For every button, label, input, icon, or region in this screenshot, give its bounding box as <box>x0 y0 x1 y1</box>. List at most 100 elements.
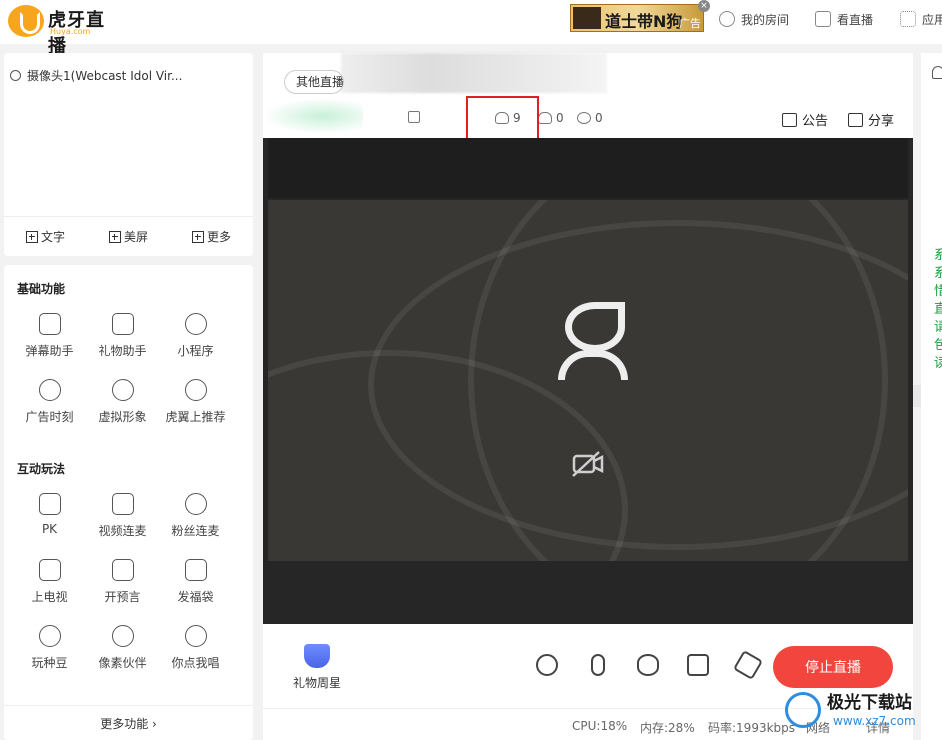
danmu-icon <box>38 313 61 335</box>
prediction-label: 开预言 <box>104 590 141 604</box>
camera-off-icon <box>572 451 604 477</box>
avatar-icon <box>111 379 134 401</box>
video-link-button[interactable]: 视频连麦 <box>86 483 159 549</box>
play-icon <box>815 11 831 27</box>
share-label: 分享 <box>868 114 895 129</box>
virtual-avatar-label: 虚拟形象 <box>98 410 147 424</box>
ad-moment-button[interactable]: 广告时刻 <box>13 369 86 435</box>
ad-banner[interactable]: 道士带N狗 广告 <box>570 4 704 32</box>
my-room-label: 我的房间 <box>741 12 790 27</box>
song-request-label: 你点我唱 <box>171 656 220 670</box>
video-link-icon <box>111 493 134 515</box>
my-room-button[interactable]: 我的房间 <box>719 10 789 28</box>
ad-close-icon[interactable]: × <box>698 0 710 12</box>
tv-button[interactable]: 上电视 <box>13 549 86 615</box>
tv-label: 上电视 <box>31 590 68 604</box>
lucky-bag-button[interactable]: 发福袋 <box>159 549 232 615</box>
danmu-assistant-label: 弹幕助手 <box>25 344 74 358</box>
pk-label: PK <box>41 522 58 536</box>
announce-button[interactable]: 公告 <box>782 110 828 129</box>
mini-program-icon <box>184 313 207 335</box>
plus-icon <box>191 230 204 243</box>
stop-live-button[interactable]: 停止直播 <box>773 646 893 688</box>
add-beauty-label: 美屏 <box>123 230 148 244</box>
more-features-button[interactable]: 更多功能 › <box>4 705 253 740</box>
fan-link-label: 粉丝连麦 <box>171 524 220 538</box>
watermark-logo-icon <box>785 692 821 728</box>
brand-sub: Huya.com <box>50 27 91 36</box>
basic-features-title: 基础功能 <box>17 282 66 296</box>
share-count-icon <box>577 112 591 124</box>
trophy-icon <box>111 559 134 581</box>
right-panel-text: 系 系 惜 直 请 包 读 <box>934 248 942 371</box>
like-icon <box>538 112 552 124</box>
memory-usage: 内存:28% <box>640 721 695 735</box>
grid-icon <box>900 11 916 27</box>
home-icon <box>719 11 735 27</box>
blurred-area <box>263 98 363 134</box>
room-id <box>408 111 420 123</box>
emoji-icon[interactable] <box>536 654 558 676</box>
placeholder-avatar-icon <box>565 302 625 352</box>
share-button[interactable]: 分享 <box>848 110 894 129</box>
lucky-bag-label: 发福袋 <box>177 590 214 604</box>
feature-panel: 基础功能 弹幕助手 礼物助手 小程序 广告时刻 虚拟形象 虎翼上推荐 互动玩法 … <box>4 265 253 740</box>
add-more-button[interactable]: 更多 <box>191 228 231 245</box>
ad-tag: 广告 <box>679 17 701 30</box>
pixel-partner-label: 像素伙伴 <box>98 656 147 670</box>
song-request-button[interactable]: 你点我唱 <box>159 615 232 681</box>
fan-link-button[interactable]: 粉丝连麦 <box>159 483 232 549</box>
like-count-value: 0 <box>556 111 564 125</box>
gift-assistant-label: 礼物助手 <box>98 344 147 358</box>
pk-button[interactable]: PK <box>13 483 86 549</box>
mini-program-button[interactable]: 小程序 <box>159 303 232 369</box>
leaf-icon <box>38 625 61 647</box>
pixel-icon <box>111 625 134 647</box>
camera-source[interactable]: 摄像头1(Webcast Idol Vir... <box>10 67 182 84</box>
source-panel: 摄像头1(Webcast Idol Vir... 文字 美屏 更多 <box>4 53 253 256</box>
huya-logo-icon <box>8 5 44 37</box>
share-icon <box>848 112 863 127</box>
other-live-tag[interactable]: 其他直播 <box>284 70 344 94</box>
camera-preview[interactable] <box>268 200 908 561</box>
watch-live-label: 看直播 <box>837 12 874 27</box>
danmu-assistant-button[interactable]: 弹幕助手 <box>13 303 86 369</box>
settings-icon[interactable] <box>732 649 764 681</box>
apps-button[interactable]: 应用 <box>900 10 942 28</box>
camera-source-label: 摄像头1(Webcast Idol Vir... <box>27 69 183 83</box>
watch-live-button[interactable]: 看直播 <box>815 10 873 28</box>
share-count-value: 0 <box>595 111 603 125</box>
add-text-label: 文字 <box>40 230 65 244</box>
collapse-arrow-icon[interactable] <box>913 385 921 407</box>
announce-label: 公告 <box>802 114 829 129</box>
cpu-usage: CPU:18% <box>572 719 628 733</box>
eye-icon[interactable] <box>637 654 659 676</box>
video-camera-icon[interactable] <box>687 654 709 676</box>
gift-assistant-button[interactable]: 礼物助手 <box>86 303 159 369</box>
mini-program-label: 小程序 <box>177 344 214 358</box>
basic-features-grid: 弹幕助手 礼物助手 小程序 广告时刻 虚拟形象 虎翼上推荐 <box>4 303 253 435</box>
mic-hand-icon <box>184 625 207 647</box>
add-text-button[interactable]: 文字 <box>25 228 65 245</box>
huya-logo[interactable]: 虎牙直播 Huya.com <box>8 4 118 57</box>
prediction-button[interactable]: 开预言 <box>86 549 159 615</box>
top-bar: 虎牙直播 Huya.com 道士带N狗 广告 × 我的房间 看直播 应用 <box>0 0 942 57</box>
huyi-recommend-button[interactable]: 虎翼上推荐 <box>159 369 232 435</box>
main-panel: 其他直播 9 0 0 公告 分享 礼物周星 停止直播 CPU:18% 内存:28… <box>263 53 913 740</box>
interactive-grid: PK 视频连麦 粉丝连麦 上电视 开预言 发福袋 玩种豆 像素伙伴 你点我唱 <box>4 483 253 681</box>
plant-bean-label: 玩种豆 <box>31 656 68 670</box>
tv-icon <box>38 559 61 581</box>
watermark-url: www.xz7.com <box>833 714 916 728</box>
gift-star-button[interactable]: 礼物周星 <box>293 644 341 691</box>
add-beauty-button[interactable]: 美屏 <box>108 228 148 245</box>
bell-icon[interactable] <box>932 66 942 79</box>
camera-icon <box>10 70 21 81</box>
video-link-label: 视频连麦 <box>98 524 147 538</box>
plus-icon <box>25 230 38 243</box>
microphone-button-icon[interactable] <box>591 654 605 676</box>
yen-coin-icon <box>38 379 61 401</box>
virtual-avatar-button[interactable]: 虚拟形象 <box>86 369 159 435</box>
plant-bean-button[interactable]: 玩种豆 <box>13 615 86 681</box>
pixel-partner-button[interactable]: 像素伙伴 <box>86 615 159 681</box>
id-icon <box>408 111 420 123</box>
